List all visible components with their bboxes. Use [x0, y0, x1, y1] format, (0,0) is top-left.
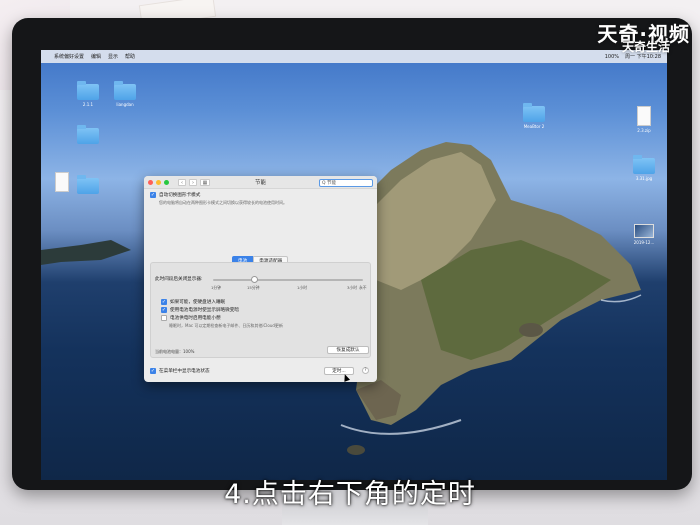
desktop-icon-label: 2019-12... [633, 240, 655, 245]
settings-panel: 此时间段后关闭显示器: 1分钟 15分钟 1小时 3小时 永不 ✓ 如果可能，使… [150, 262, 371, 358]
document-icon [55, 172, 69, 192]
desktop-document[interactable] [45, 172, 79, 194]
desktop-icon-label: 2.1.1 [82, 102, 94, 107]
display-off-label: 此时间段后关闭显示器: [155, 277, 203, 282]
desktop-folder[interactable]: 3.31.jpg [627, 155, 661, 181]
display-sleep-slider[interactable] [213, 276, 363, 283]
desktop-folder[interactable]: liangdan [108, 81, 142, 107]
auto-switch-row[interactable]: ✓ 自动切换图形卡模式 [150, 192, 200, 198]
monitor-bezel: 系统偏好设置 编辑 显示 帮助 100% 周一 下午10:28 2.1.1 li… [12, 18, 692, 490]
zoom-icon[interactable] [164, 179, 169, 185]
option-checkbox[interactable]: ✓ [161, 299, 167, 305]
tick-label: 永不 [359, 285, 367, 290]
slider-knob[interactable] [251, 276, 258, 283]
menu-item-system-preferences[interactable]: 系统偏好设置 [54, 53, 84, 60]
schedule-button[interactable]: 定时... [324, 367, 354, 375]
folder-icon [114, 81, 136, 100]
window-titlebar: ‹ › ▦ 节能 Q 节能 [144, 176, 377, 189]
desktop-screenshot[interactable]: 2019-12... [627, 224, 661, 245]
option-row[interactable]: ✓ 如果可能，使硬盘进入睡眠 [161, 299, 225, 305]
desktop-icon-label: 3.31.jpg [635, 176, 653, 181]
back-arrow-icon[interactable]: ‹ [178, 178, 186, 186]
auto-switch-checkbox[interactable]: ✓ [150, 192, 156, 198]
tick-label: 1分钟 [211, 285, 222, 290]
search-input[interactable]: Q 节能 [319, 179, 373, 187]
desktop-icon-label: liangdan [116, 102, 134, 107]
option-label: 如果可能，使硬盘进入睡眠 [170, 300, 226, 305]
desktop-document[interactable]: 2.3.zip [627, 106, 661, 133]
folder-icon [77, 175, 99, 194]
show-status-checkbox[interactable]: ✓ [150, 368, 156, 374]
desktop-folder[interactable]: 2.1.1 [71, 81, 105, 107]
tutorial-caption: 4.点击右下角的定时 [224, 479, 476, 510]
desktop-icon-label: MeaBtor 2 [523, 124, 545, 129]
image-thumbnail-icon [634, 224, 654, 238]
grid-icon[interactable]: ▦ [200, 178, 210, 186]
close-icon[interactable] [148, 179, 153, 185]
minimize-icon[interactable] [156, 179, 161, 185]
desktop-icon-label: 2.3.zip [637, 128, 651, 133]
menu-bar: 系统偏好设置 编辑 显示 帮助 100% 周一 下午10:28 [41, 50, 667, 63]
auto-switch-label: 自动切换图形卡模式 [159, 193, 201, 198]
folder-icon [523, 103, 545, 122]
tick-label: 1小时 [297, 285, 308, 290]
document-icon [637, 106, 651, 126]
help-icon[interactable]: ? [362, 367, 369, 374]
battery-level-text: 当前电池电量：100% [155, 349, 195, 354]
forward-arrow-icon[interactable]: › [189, 178, 197, 186]
auto-switch-description: 您的电脑将自动在两种图形卡模式之间切换以获得较长的电池使用时间。 [159, 200, 287, 205]
desktop-screen: 系统偏好设置 编辑 显示 帮助 100% 周一 下午10:28 2.1.1 li… [41, 50, 667, 480]
option-row[interactable]: 电池供电时启用电能小憩 [161, 315, 221, 321]
show-status-label: 在菜单栏中显示电池状态 [159, 369, 210, 374]
option-label: 电池供电时启用电能小憩 [170, 316, 221, 321]
option-label: 使用电池电源时使显示屏略微变暗 [170, 308, 239, 313]
option-description: 睡眠时，Mac 可以定期检查新电子邮件、日历和其他iCloud更新 [169, 323, 283, 328]
restore-defaults-button[interactable]: 恢复成默认 [327, 346, 369, 354]
show-status-row[interactable]: ✓ 在菜单栏中显示电池状态 [150, 368, 210, 374]
battery-percent[interactable]: 100% [605, 54, 619, 60]
menu-item-view[interactable]: 显示 [108, 53, 118, 60]
energy-saver-window: ‹ › ▦ 节能 Q 节能 ✓ 自动切换图形卡模式 您的电脑将自动在两种图形卡模… [144, 176, 377, 382]
menu-item-help[interactable]: 帮助 [125, 53, 135, 60]
desktop-folder[interactable] [71, 125, 105, 146]
folder-icon [633, 155, 655, 174]
brand-watermark-sub: 天奇生活 [621, 40, 670, 54]
option-checkbox[interactable]: ✓ [161, 307, 167, 313]
option-row[interactable]: ✓ 使用电池电源时使显示屏略微变暗 [161, 307, 239, 313]
desktop-folder[interactable]: MeaBtor 2 [517, 103, 551, 129]
folder-icon [77, 81, 99, 100]
option-checkbox[interactable] [161, 315, 167, 321]
folder-icon [77, 125, 99, 144]
tick-label: 15分钟 [247, 285, 260, 290]
tick-label: 3小时 [347, 285, 358, 290]
menu-item-edit[interactable]: 编辑 [91, 53, 101, 60]
